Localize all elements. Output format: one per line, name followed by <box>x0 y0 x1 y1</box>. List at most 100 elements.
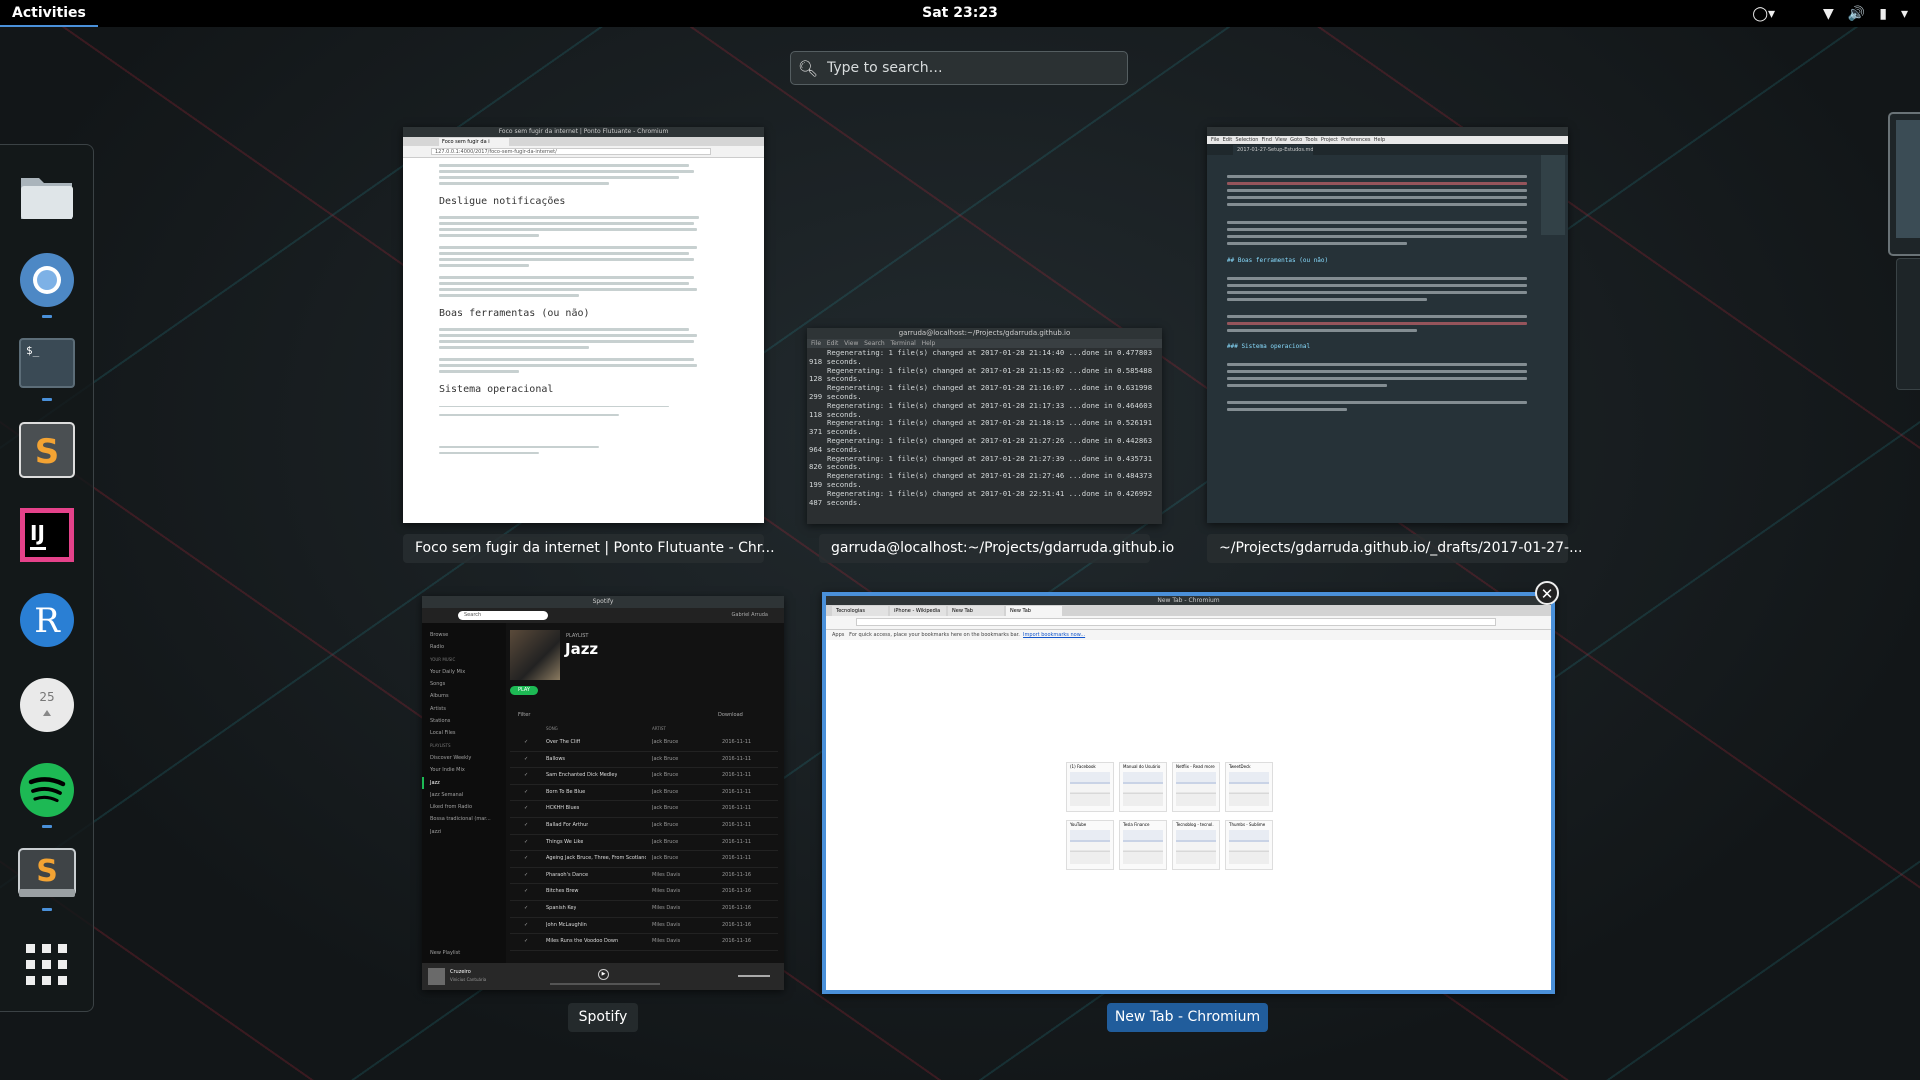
search-input[interactable] <box>825 59 1109 77</box>
menu-help[interactable]: Help <box>922 340 936 347</box>
menu-search[interactable]: Search <box>864 340 885 347</box>
most-visited-tile[interactable]: Thumbs - Sublime <box>1225 820 1273 870</box>
dash-app-terminal[interactable]: $_ <box>15 331 79 395</box>
dash-app-chromium[interactable] <box>15 248 79 312</box>
menu-file[interactable]: File <box>811 340 821 347</box>
dash-app-files[interactable] <box>15 163 79 227</box>
track-row[interactable]: ✓ John McLaughlin Miles Davis 2016-11-16 <box>510 918 778 935</box>
track-row[interactable]: ✓ Ballows Jack Bruce 2016-11-11 <box>510 752 778 769</box>
play-button[interactable]: PLAY <box>510 686 538 695</box>
spotify-user[interactable]: Gabriel Arruda <box>732 611 768 620</box>
apps-shortcut[interactable]: Apps <box>832 632 844 638</box>
sidebar-item[interactable]: Your Daily Mix <box>430 666 506 678</box>
dash-app-sublime-text[interactable]: S <box>15 418 79 482</box>
volume-slider[interactable] <box>738 975 770 977</box>
menu-goto[interactable]: Goto <box>1290 137 1302 143</box>
browser-tab[interactable]: iPhone - Wikipedia <box>890 606 946 616</box>
menu-terminal[interactable]: Terminal <box>890 340 915 347</box>
new-playlist-button[interactable]: New Playlist <box>430 947 460 959</box>
sidebar-item[interactable]: Songs <box>430 678 506 690</box>
saved-check-icon[interactable]: ✓ <box>524 801 528 817</box>
most-visited-tile[interactable]: Tecnoblog - tecnol. <box>1172 820 1220 870</box>
clock[interactable]: Sat 23:23 <box>0 0 1920 27</box>
window-thumbnail-blog[interactable]: Foco sem fugir da internet | Ponto Flutu… <box>403 127 764 523</box>
menu-project[interactable]: Project <box>1321 137 1338 143</box>
most-visited-tile[interactable]: Netflix - Read more <box>1172 762 1220 812</box>
track-row[interactable]: ✓ Born To Be Blue Jack Bruce 2016-11-11 <box>510 785 778 802</box>
volume-icon[interactable]: 🔊 <box>1848 6 1865 22</box>
sidebar-item[interactable]: Jazzi <box>430 826 506 838</box>
close-window-button[interactable]: ✕ <box>1535 581 1559 605</box>
dash-app-calendar[interactable]: 25 <box>15 673 79 737</box>
track-row[interactable]: ✓ Bitches Brew Miles Davis 2016-11-16 <box>510 884 778 901</box>
track-row[interactable]: ✓ Sam Enchanted Dick Medley Jack Bruce 2016… <box>510 768 778 785</box>
show-applications-button[interactable] <box>15 933 79 997</box>
saved-check-icon[interactable]: ✓ <box>524 785 528 801</box>
column-artist[interactable]: ARTIST <box>652 726 666 731</box>
terminal-output[interactable]: Regenerating: 1 file(s) changed at 2017-… <box>807 348 1162 524</box>
sidebar-item[interactable]: Bossa tradicional (mar... <box>430 813 506 825</box>
spotify-search[interactable]: Search <box>458 611 548 620</box>
system-tray[interactable]: ◯▾ ▼ 🔊 ▮ ▾ <box>1752 0 1908 27</box>
dash-app-spotify[interactable] <box>15 758 79 822</box>
window-thumbnail-newtab[interactable]: New Tab - Chromium Tecnologias iPhone - W… <box>822 592 1555 994</box>
menu-preferences[interactable]: Preferences <box>1341 137 1370 143</box>
sidebar-item[interactable]: Jazz Semanal <box>430 789 506 801</box>
menu-file[interactable]: File <box>1211 137 1219 143</box>
saved-check-icon[interactable]: ✓ <box>524 884 528 900</box>
workspace-thumbnail-empty[interactable] <box>1896 258 1920 390</box>
sidebar-item[interactable]: Local Files <box>430 727 506 739</box>
dash-app-intellij[interactable]: IJ <box>15 503 79 567</box>
saved-check-icon[interactable]: ✓ <box>524 868 528 884</box>
track-row[interactable]: ✓ Miles Runs the Voodoo Down Miles Davis 20… <box>510 934 778 951</box>
track-row[interactable]: ✓ Ballad For Arthur Jack Bruce 2016-11-11 <box>510 818 778 835</box>
window-thumbnail-spotify[interactable]: Spotify Search Gabriel Arruda Browse Radi… <box>422 596 784 990</box>
battery-icon[interactable]: ▮ <box>1879 6 1887 22</box>
sidebar-item[interactable]: Albums <box>430 690 506 702</box>
wifi-icon[interactable]: ▼ <box>1823 6 1834 22</box>
saved-check-icon[interactable]: ✓ <box>524 851 528 867</box>
now-playing-title[interactable]: Cruzeiro <box>450 969 471 975</box>
download-toggle[interactable]: Download <box>718 712 743 718</box>
window-caption[interactable]: Spotify <box>568 1003 638 1032</box>
sidebar-item[interactable]: Jazz <box>422 776 506 789</box>
most-visited-tile[interactable]: YouTube <box>1066 820 1114 870</box>
minimap[interactable] <box>1541 155 1565 235</box>
dash-app-sublime-text-2[interactable]: S <box>15 841 79 905</box>
editor-content[interactable]: ## Boas ferramentas (ou não) ### Sistema… <box>1207 155 1568 511</box>
dash-app-r[interactable]: R <box>15 588 79 652</box>
window-thumbnail-sublime[interactable]: File Edit Selection Find View Goto Tools… <box>1207 127 1568 523</box>
window-caption[interactable]: ~/Projects/gdarruda.github.io/_drafts/20… <box>1207 534 1582 563</box>
progress-bar[interactable] <box>550 983 660 985</box>
menu-view[interactable]: View <box>844 340 858 347</box>
play-pause-button[interactable]: ▶ <box>598 969 609 980</box>
address-bar[interactable]: 127.0.0.1:4000/2017/foco-sem-fugir-da-in… <box>431 148 711 155</box>
window-caption[interactable]: garruda@localhost:~/Projects/gdarruda.gi… <box>819 534 1174 563</box>
saved-check-icon[interactable]: ✓ <box>524 818 528 834</box>
most-visited-tile[interactable]: Manual do Usuário <box>1119 762 1167 812</box>
most-visited-tile[interactable]: (1) Facebook <box>1066 762 1114 812</box>
browser-tab[interactable]: New Tab <box>948 606 1004 616</box>
sidebar-item[interactable]: Radio <box>430 641 506 653</box>
menu-edit[interactable]: Edit <box>1223 137 1233 143</box>
chevron-down-icon[interactable]: ▾ <box>1901 6 1908 22</box>
activities-button[interactable]: Activities <box>0 0 98 27</box>
browser-tab[interactable]: Tecnologias <box>832 606 888 616</box>
saved-check-icon[interactable]: ✓ <box>524 901 528 917</box>
saved-check-icon[interactable]: ✓ <box>524 918 528 934</box>
saved-check-icon[interactable]: ✓ <box>524 934 528 950</box>
menu-selection[interactable]: Selection <box>1235 137 1258 143</box>
import-bookmarks-link[interactable]: Import bookmarks now... <box>1023 632 1085 638</box>
track-list[interactable]: ✓ Over The Cliff Jack Bruce 2016-11-11 ✓ Ball… <box>510 735 778 955</box>
menu-edit[interactable]: Edit <box>827 340 839 347</box>
track-row[interactable]: ✓ HCKHH Blues Jack Bruce 2016-11-11 <box>510 801 778 818</box>
sidebar-item[interactable]: Browse <box>430 629 506 641</box>
browser-tab[interactable]: New Tab <box>1006 606 1062 616</box>
filter-input[interactable]: Filter <box>518 712 530 718</box>
saved-check-icon[interactable]: ✓ <box>524 951 528 956</box>
menu-find[interactable]: Find <box>1262 137 1272 143</box>
address-bar[interactable] <box>856 618 1496 626</box>
track-row[interactable]: ✓ Over The Cliff Jack Bruce 2016-11-11 <box>510 735 778 752</box>
track-row[interactable]: ✓ Things We Like Jack Bruce 2016-11-11 <box>510 835 778 852</box>
saved-check-icon[interactable]: ✓ <box>524 735 528 751</box>
